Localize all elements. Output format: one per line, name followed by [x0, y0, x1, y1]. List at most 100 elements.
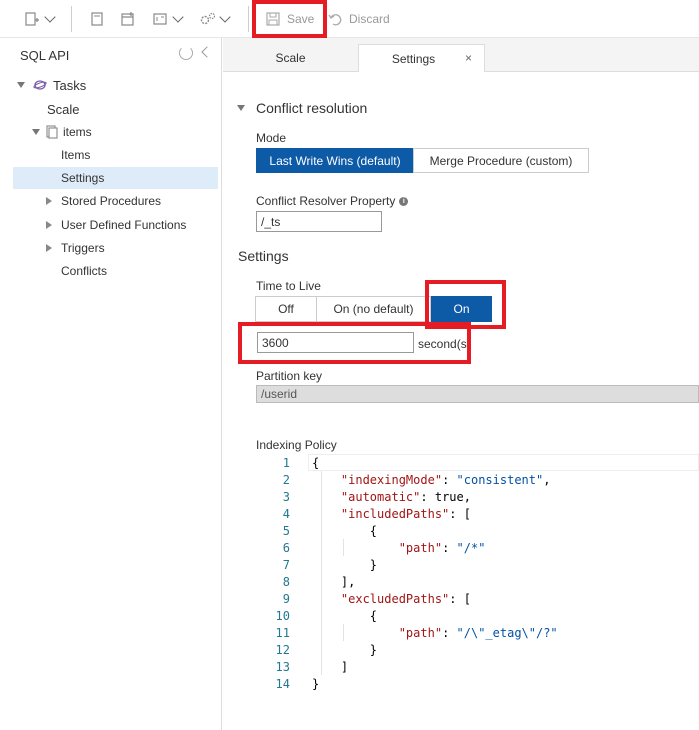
code-line[interactable]: 1{: [256, 454, 319, 471]
tree-database-label: Tasks: [53, 77, 87, 93]
tree-node-scale[interactable]: Scale: [47, 98, 80, 120]
line-number: 3: [282, 489, 290, 504]
line-number: 5: [282, 523, 290, 538]
close-icon[interactable]: ×: [465, 51, 472, 65]
code-text: }: [312, 642, 378, 657]
code-line[interactable]: 3 "automatic": true,: [256, 488, 471, 505]
code-text: "automatic": true,: [340, 489, 471, 504]
code-line[interactable]: 10 {: [256, 607, 377, 624]
chevron-down-icon: [219, 10, 231, 23]
gears-icon: [199, 11, 216, 27]
save-label: Save: [287, 12, 315, 26]
indexing-policy-editor[interactable]: 1{2 "indexingMode": "consistent", 3 "auto…: [256, 454, 699, 699]
chevron-down-icon: [44, 10, 56, 23]
settings-menu-button[interactable]: [199, 0, 231, 38]
tree-node-items[interactable]: Items: [61, 144, 90, 166]
tree-node-udfs[interactable]: User Defined Functions: [46, 214, 186, 236]
database-icon: [33, 78, 47, 92]
tree-node-container[interactable]: items: [32, 121, 92, 143]
code-text: "path": "/\"_etag\"/?": [398, 625, 558, 640]
settings-pane: Conflict resolution Mode Last Write Wins…: [223, 72, 699, 730]
code-line[interactable]: 8 ],: [256, 573, 356, 590]
code-text: }: [312, 676, 320, 691]
stored-procedure-icon: [120, 11, 136, 27]
ttl-seconds-input[interactable]: 3600: [257, 332, 414, 353]
code-line[interactable]: 5 {: [256, 522, 377, 539]
collapse-icon[interactable]: [201, 46, 213, 58]
tab-settings-label: Settings: [391, 51, 436, 66]
conflict-resolution-title: Conflict resolution: [256, 100, 368, 116]
tree-scale-label: Scale: [47, 101, 80, 117]
line-number: 4: [282, 506, 290, 521]
tree-node-settings[interactable]: Settings: [13, 167, 218, 189]
line-number: 7: [282, 557, 290, 572]
new-stored-procedure-button[interactable]: [120, 0, 136, 38]
undo-icon: [327, 11, 343, 27]
toolbar-divider: [71, 6, 72, 32]
ttl-option-on-no-default[interactable]: On (no default): [316, 296, 431, 322]
code-line[interactable]: 4 "includedPaths": [: [256, 505, 471, 522]
tab-scale[interactable]: Scale: [223, 44, 358, 72]
code-text: }: [312, 557, 378, 572]
new-udf-button[interactable]: [152, 0, 184, 38]
expand-triangle-icon: [17, 82, 25, 88]
save-button[interactable]: Save: [265, 0, 314, 38]
code-line[interactable]: 14}: [256, 675, 320, 692]
collapsed-triangle-icon: [46, 197, 52, 205]
tree-node-conflicts[interactable]: Conflicts: [61, 260, 107, 282]
code-text: "excludedPaths": [: [340, 591, 471, 606]
ttl-unit-label: second(s): [418, 337, 471, 351]
discard-button[interactable]: Discard: [327, 0, 390, 38]
code-text: {: [312, 455, 320, 470]
tree-node-triggers[interactable]: Triggers: [46, 237, 105, 259]
code-text: "path": "/*": [398, 540, 486, 555]
code-line[interactable]: 13 ]: [256, 658, 349, 675]
container-icon: [46, 125, 58, 139]
tab-bar: Scale Settings ×: [223, 38, 699, 73]
tab-settings[interactable]: Settings ×: [358, 44, 485, 73]
udf-icon: [152, 11, 168, 27]
tree-settings-label: Settings: [61, 171, 105, 185]
code-text: {: [312, 608, 378, 623]
expand-triangle-icon: [32, 129, 40, 135]
ttl-selector: Off On (no default) On: [255, 296, 492, 322]
ttl-option-off[interactable]: Off: [255, 296, 317, 322]
mode-label: Mode: [256, 131, 287, 145]
tab-scale-label: Scale: [275, 51, 306, 65]
new-container-icon: [24, 11, 40, 27]
line-number: 9: [282, 591, 290, 606]
line-number: 12: [275, 642, 290, 657]
ttl-label: Time to Live: [256, 279, 321, 293]
code-line[interactable]: 12 }: [256, 641, 377, 658]
code-line[interactable]: 2 "indexingMode": "consistent",: [256, 471, 551, 488]
mode-selector: Last Write Wins (default) Merge Procedur…: [256, 148, 589, 173]
section-expand-icon[interactable]: [237, 105, 245, 111]
mode-option-last-write-wins[interactable]: Last Write Wins (default): [256, 148, 414, 173]
tree-items-label: Items: [61, 148, 91, 162]
line-number: 1: [282, 455, 290, 470]
code-text: ]: [312, 659, 349, 674]
code-line[interactable]: 11 "path": "/\"_etag\"/?": [256, 624, 558, 641]
refresh-icon[interactable]: [179, 46, 193, 60]
tree-node-stored-procedures[interactable]: Stored Procedures: [46, 190, 161, 212]
new-container-button[interactable]: [24, 0, 56, 38]
resource-tree-panel: SQL API Tasks Scale items Items Settings…: [0, 38, 222, 730]
info-icon[interactable]: i: [399, 197, 409, 207]
line-number: 6: [282, 540, 290, 555]
toolbar-divider: [248, 6, 249, 32]
code-line[interactable]: 6 "path": "/*": [256, 539, 486, 556]
tree-node-database[interactable]: Tasks: [17, 74, 86, 96]
new-sql-query-button[interactable]: [89, 0, 105, 38]
ttl-option-on[interactable]: On: [431, 296, 492, 322]
indexing-policy-label: Indexing Policy: [256, 438, 337, 452]
query-icon: [89, 11, 105, 27]
resolver-property-label: Conflict Resolver Property i: [256, 194, 409, 208]
mode-option-merge-procedure[interactable]: Merge Procedure (custom): [413, 148, 589, 173]
code-line[interactable]: 9 "excludedPaths": [: [256, 590, 471, 607]
resolver-property-input[interactable]: /_ts: [256, 211, 382, 232]
code-line[interactable]: 7 }: [256, 556, 377, 573]
code-text: "includedPaths": [: [340, 506, 471, 521]
tree-conflicts-label: Conflicts: [61, 264, 108, 278]
tree-triggers-label: Triggers: [61, 241, 105, 255]
tree-udfs-label: User Defined Functions: [61, 218, 187, 232]
